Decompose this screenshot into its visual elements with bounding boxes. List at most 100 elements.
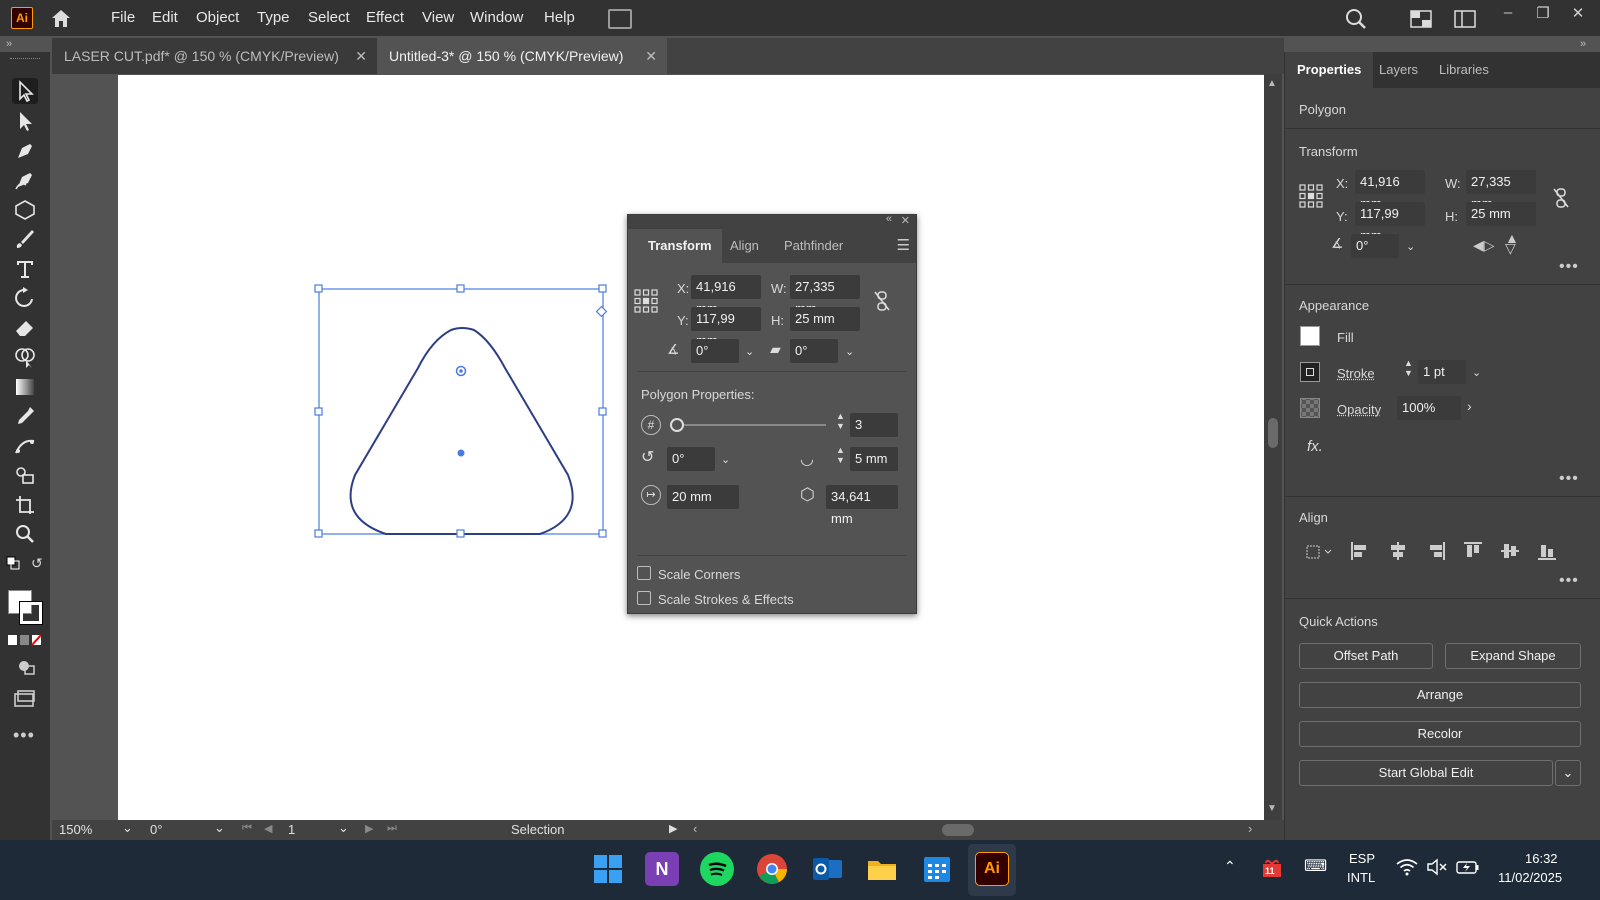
chrome-icon[interactable] bbox=[755, 852, 789, 886]
scroll-up-icon[interactable]: ▲ bbox=[1267, 78, 1277, 89]
y-field[interactable]: 117,99 mm bbox=[691, 307, 761, 331]
sides-slider-handle[interactable] bbox=[670, 418, 684, 432]
panels-toggle-icon[interactable] bbox=[1454, 10, 1476, 28]
rotation-value[interactable]: 0° bbox=[150, 822, 162, 837]
menu-view[interactable]: View bbox=[422, 9, 454, 26]
align-to-selection-icon[interactable] bbox=[1303, 540, 1335, 562]
align-right-icon[interactable] bbox=[1425, 540, 1447, 562]
eraser-tool-icon[interactable] bbox=[12, 315, 38, 341]
rotate-tool-icon[interactable] bbox=[12, 285, 38, 311]
opacity-field[interactable]: 100% bbox=[1397, 396, 1461, 420]
default-colors-icon[interactable] bbox=[6, 556, 20, 570]
clock-time[interactable]: 16:32 bbox=[1525, 851, 1558, 866]
reference-point-icon[interactable] bbox=[634, 289, 658, 313]
home-icon[interactable] bbox=[50, 8, 72, 28]
fill-swatch[interactable] bbox=[1300, 326, 1320, 346]
gradient-tool-icon[interactable] bbox=[12, 374, 38, 400]
align-bottom-icon[interactable] bbox=[1536, 540, 1558, 562]
menu-help[interactable]: Help bbox=[544, 9, 575, 26]
global-edit-options-button[interactable]: ⌄ bbox=[1555, 760, 1581, 786]
x-field[interactable]: 41,916 mm bbox=[1355, 170, 1425, 194]
toolbar-grip[interactable] bbox=[10, 58, 40, 60]
w-field[interactable]: 27,335 mm bbox=[790, 275, 860, 299]
constrain-proportions-icon[interactable] bbox=[872, 289, 892, 313]
scroll-left-icon[interactable]: ‹ bbox=[693, 821, 697, 836]
polygon-radius-field[interactable]: 20 mm bbox=[667, 485, 739, 509]
x-field[interactable]: 41,916 mm bbox=[691, 275, 761, 299]
paintbrush-tool-icon[interactable] bbox=[12, 226, 38, 252]
fx-icon[interactable]: fx. bbox=[1307, 438, 1323, 455]
angle-field[interactable]: 0° bbox=[1351, 234, 1399, 258]
illustrator-icon[interactable]: Ai bbox=[975, 852, 1009, 886]
eyedropper-tool-icon[interactable] bbox=[12, 403, 38, 429]
more-options-icon[interactable]: ••• bbox=[1559, 572, 1579, 590]
shape-builder-tool-icon[interactable] bbox=[12, 344, 38, 370]
chevron-down-icon[interactable]: ⌄ bbox=[214, 820, 225, 836]
chevron-down-icon[interactable]: ⌄ bbox=[721, 453, 730, 466]
outlook-icon[interactable] bbox=[810, 852, 844, 886]
menu-type[interactable]: Type bbox=[257, 9, 290, 26]
align-vertical-center-icon[interactable] bbox=[1499, 540, 1521, 562]
y-field[interactable]: 117,99 mm bbox=[1355, 202, 1425, 226]
chevron-down-icon[interactable]: ⌄ bbox=[338, 820, 349, 836]
selected-polygon-shape[interactable] bbox=[310, 282, 610, 542]
scroll-right-icon[interactable]: › bbox=[1248, 821, 1252, 836]
menu-select[interactable]: Select bbox=[308, 9, 350, 26]
panel-menu-icon[interactable]: ☰ bbox=[897, 236, 910, 254]
edit-toolbar-icon[interactable]: ••• bbox=[13, 725, 35, 746]
constrain-proportions-icon[interactable] bbox=[1551, 186, 1571, 210]
tab-pathfinder[interactable]: Pathfinder bbox=[774, 229, 853, 263]
chevron-down-icon[interactable]: ⌄ bbox=[1472, 366, 1481, 379]
collapse-panel-icon[interactable]: « bbox=[886, 213, 892, 225]
puppet-warp-tool-icon[interactable] bbox=[12, 433, 38, 459]
corner-radius-field[interactable]: 5 mm bbox=[850, 447, 898, 471]
input-language[interactable]: ESP bbox=[1349, 851, 1375, 866]
restore-icon[interactable]: ❐ bbox=[1531, 4, 1555, 24]
menu-edit[interactable]: Edit bbox=[152, 9, 178, 26]
more-options-icon[interactable]: ••• bbox=[1559, 470, 1579, 488]
h-field[interactable]: 25 mm bbox=[1466, 202, 1536, 226]
flip-vertical-icon[interactable]: ▲ ▽ bbox=[1505, 233, 1519, 253]
tab-layers[interactable]: Layers bbox=[1367, 52, 1430, 88]
tab-transform[interactable]: Transform bbox=[628, 229, 722, 263]
menu-object[interactable]: Object bbox=[196, 9, 239, 26]
collapse-toolbar-icon[interactable]: » bbox=[6, 38, 12, 50]
stepper-arrows-icon[interactable]: ▲ ▼ bbox=[836, 445, 845, 465]
sides-field[interactable]: 3 bbox=[850, 413, 898, 437]
offset-path-button[interactable]: Offset Path bbox=[1299, 643, 1433, 669]
arrange-button[interactable]: Arrange bbox=[1299, 682, 1581, 708]
recolor-button[interactable]: Recolor bbox=[1299, 721, 1581, 747]
w-field[interactable]: 27,335 mm bbox=[1466, 170, 1536, 194]
direct-selection-tool-icon[interactable] bbox=[12, 108, 38, 134]
h-field[interactable]: 25 mm bbox=[790, 307, 860, 331]
screen-mode-icon[interactable] bbox=[13, 688, 37, 710]
artboard-number[interactable]: 1 bbox=[288, 822, 295, 837]
tab-align[interactable]: Align bbox=[720, 229, 769, 263]
start-global-edit-button[interactable]: Start Global Edit bbox=[1299, 760, 1553, 786]
panel-title-bar[interactable]: « ✕ bbox=[628, 215, 916, 229]
arrange-documents-icon[interactable] bbox=[608, 9, 632, 29]
status-menu-icon[interactable]: ▶ bbox=[669, 822, 677, 835]
flip-horizontal-icon[interactable]: ◀▷ bbox=[1473, 237, 1495, 254]
last-artboard-icon[interactable]: ⏭ bbox=[387, 822, 397, 835]
align-horizontal-center-icon[interactable] bbox=[1387, 540, 1409, 562]
clock-date[interactable]: 11/02/2025 bbox=[1498, 870, 1562, 885]
polygon-tool-icon[interactable] bbox=[12, 197, 38, 223]
wifi-icon[interactable] bbox=[1396, 858, 1418, 876]
chevron-down-icon[interactable]: ⌄ bbox=[845, 345, 854, 358]
stroke-label[interactable]: Stroke bbox=[1337, 366, 1375, 381]
close-tab-icon[interactable]: ✕ bbox=[355, 38, 367, 74]
sides-slider-track[interactable] bbox=[676, 424, 826, 426]
next-artboard-icon[interactable]: ▶ bbox=[365, 822, 373, 835]
reference-point-icon[interactable] bbox=[1299, 184, 1323, 208]
align-top-icon[interactable] bbox=[1462, 540, 1484, 562]
tab-libraries[interactable]: Libraries bbox=[1427, 52, 1501, 88]
side-length-field[interactable]: 34,641 mm bbox=[826, 485, 898, 509]
input-layout[interactable]: INTL bbox=[1347, 870, 1375, 885]
type-tool-icon[interactable] bbox=[12, 256, 38, 282]
horizontal-scrollbar-thumb[interactable] bbox=[942, 824, 974, 836]
stepper-arrows-icon[interactable]: ▲ ▼ bbox=[1404, 358, 1413, 378]
tab-properties[interactable]: Properties bbox=[1285, 52, 1373, 88]
show-hidden-icons-icon[interactable]: ⌃ bbox=[1224, 858, 1236, 875]
drawing-mode-icon[interactable] bbox=[15, 656, 37, 678]
